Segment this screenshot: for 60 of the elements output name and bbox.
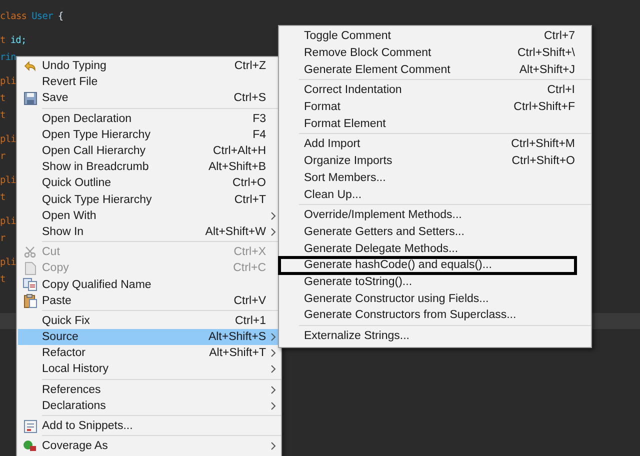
menu-item[interactable]: Source Alt+Shift+S [18, 329, 280, 346]
menu-item[interactable]: Open Type Hierarchy F4 [18, 126, 280, 143]
code-line: pli [0, 174, 16, 188]
menu-item[interactable]: References [18, 382, 280, 398]
code-line: t [0, 92, 6, 106]
menu-item[interactable]: Add Import Ctrl+Shift+M [279, 136, 591, 153]
menu-item[interactable]: Show In Alt+Shift+W [18, 224, 280, 240]
menu-item[interactable]: Declarations [18, 398, 280, 414]
menu-item[interactable]: Externalize Strings... [279, 328, 591, 344]
scissors-icon [24, 246, 36, 258]
snippet-icon [24, 420, 36, 433]
menu-item[interactable]: Undo Typing Ctrl+Z [18, 58, 280, 74]
menu-item[interactable]: Generate Delegate Methods... [279, 240, 591, 257]
menu-item[interactable]: Show in Breadcrumb Alt+Shift+B [18, 159, 280, 176]
code-line: class User { [0, 10, 64, 24]
menu-item[interactable]: Clean Up... [279, 186, 591, 203]
menu-item[interactable]: Copy Qualified Name [18, 276, 280, 293]
menu-item[interactable]: Generate Constructor using Fields... [279, 290, 591, 307]
undo-arrow-icon [23, 60, 37, 72]
menu-item[interactable]: Paste Ctrl+V [18, 292, 280, 309]
menu-item[interactable]: Local History [18, 361, 280, 378]
code-line: pli [0, 133, 16, 147]
menu-item[interactable]: Correct Indentation Ctrl+I [279, 82, 591, 99]
code-line: pli [0, 256, 16, 270]
code-line: t id; [0, 34, 26, 48]
code-line: pli [0, 75, 16, 89]
documents-icon [23, 278, 37, 292]
document-icon [24, 262, 36, 275]
menu-item[interactable]: Sort Members... [279, 170, 591, 186]
code-line: r [0, 232, 6, 246]
code-line: t [0, 273, 6, 287]
clipboard-icon [24, 294, 36, 308]
menu-item[interactable]: Generate hashCode() and equals()... [279, 256, 576, 274]
code-line: t [0, 191, 6, 205]
menu-item[interactable]: Add to Snippets... [18, 418, 280, 434]
menu-item[interactable]: Open With [18, 208, 280, 224]
code-line: rin [0, 51, 16, 65]
menu-item[interactable]: Generate Constructors from Superclass... [279, 307, 591, 324]
menu-item[interactable]: Generate Element Comment Alt+Shift+J [279, 61, 591, 78]
menu-item[interactable]: Open Declaration F3 [18, 110, 280, 127]
coverage-icon [23, 440, 37, 452]
menu-item[interactable]: Save Ctrl+S [18, 90, 280, 107]
menu-item[interactable]: Generate Getters and Setters... [279, 224, 591, 240]
menu-item[interactable]: Generate toString()... [279, 274, 591, 290]
menu-item[interactable]: Refactor Alt+Shift+T [18, 345, 280, 362]
code-line: t [0, 109, 6, 123]
menu-item[interactable]: Override/Implement Methods... [279, 206, 591, 224]
menu-item[interactable]: Coverage As [18, 438, 280, 454]
menu-item[interactable]: Remove Block Comment Ctrl+Shift+\ [279, 44, 591, 62]
menu-item[interactable]: Organize Imports Ctrl+Shift+O [279, 152, 591, 170]
code-line: r [0, 150, 6, 164]
menu-item[interactable]: Quick Type Hierarchy Ctrl+T [18, 192, 280, 208]
menu-item[interactable]: Open Call Hierarchy Ctrl+Alt+H [18, 142, 280, 160]
menu-item[interactable]: Toggle Comment Ctrl+7 [279, 28, 591, 45]
menu-item[interactable]: Revert File [18, 74, 280, 90]
menu-item[interactable]: Quick Outline Ctrl+O [18, 175, 280, 192]
menu-item[interactable]: Format Ctrl+Shift+F [279, 98, 591, 116]
menu-item[interactable]: Quick Fix Ctrl+1 [18, 312, 280, 329]
menu-item[interactable]: Format Element [279, 115, 591, 132]
code-line: pli [0, 215, 16, 229]
